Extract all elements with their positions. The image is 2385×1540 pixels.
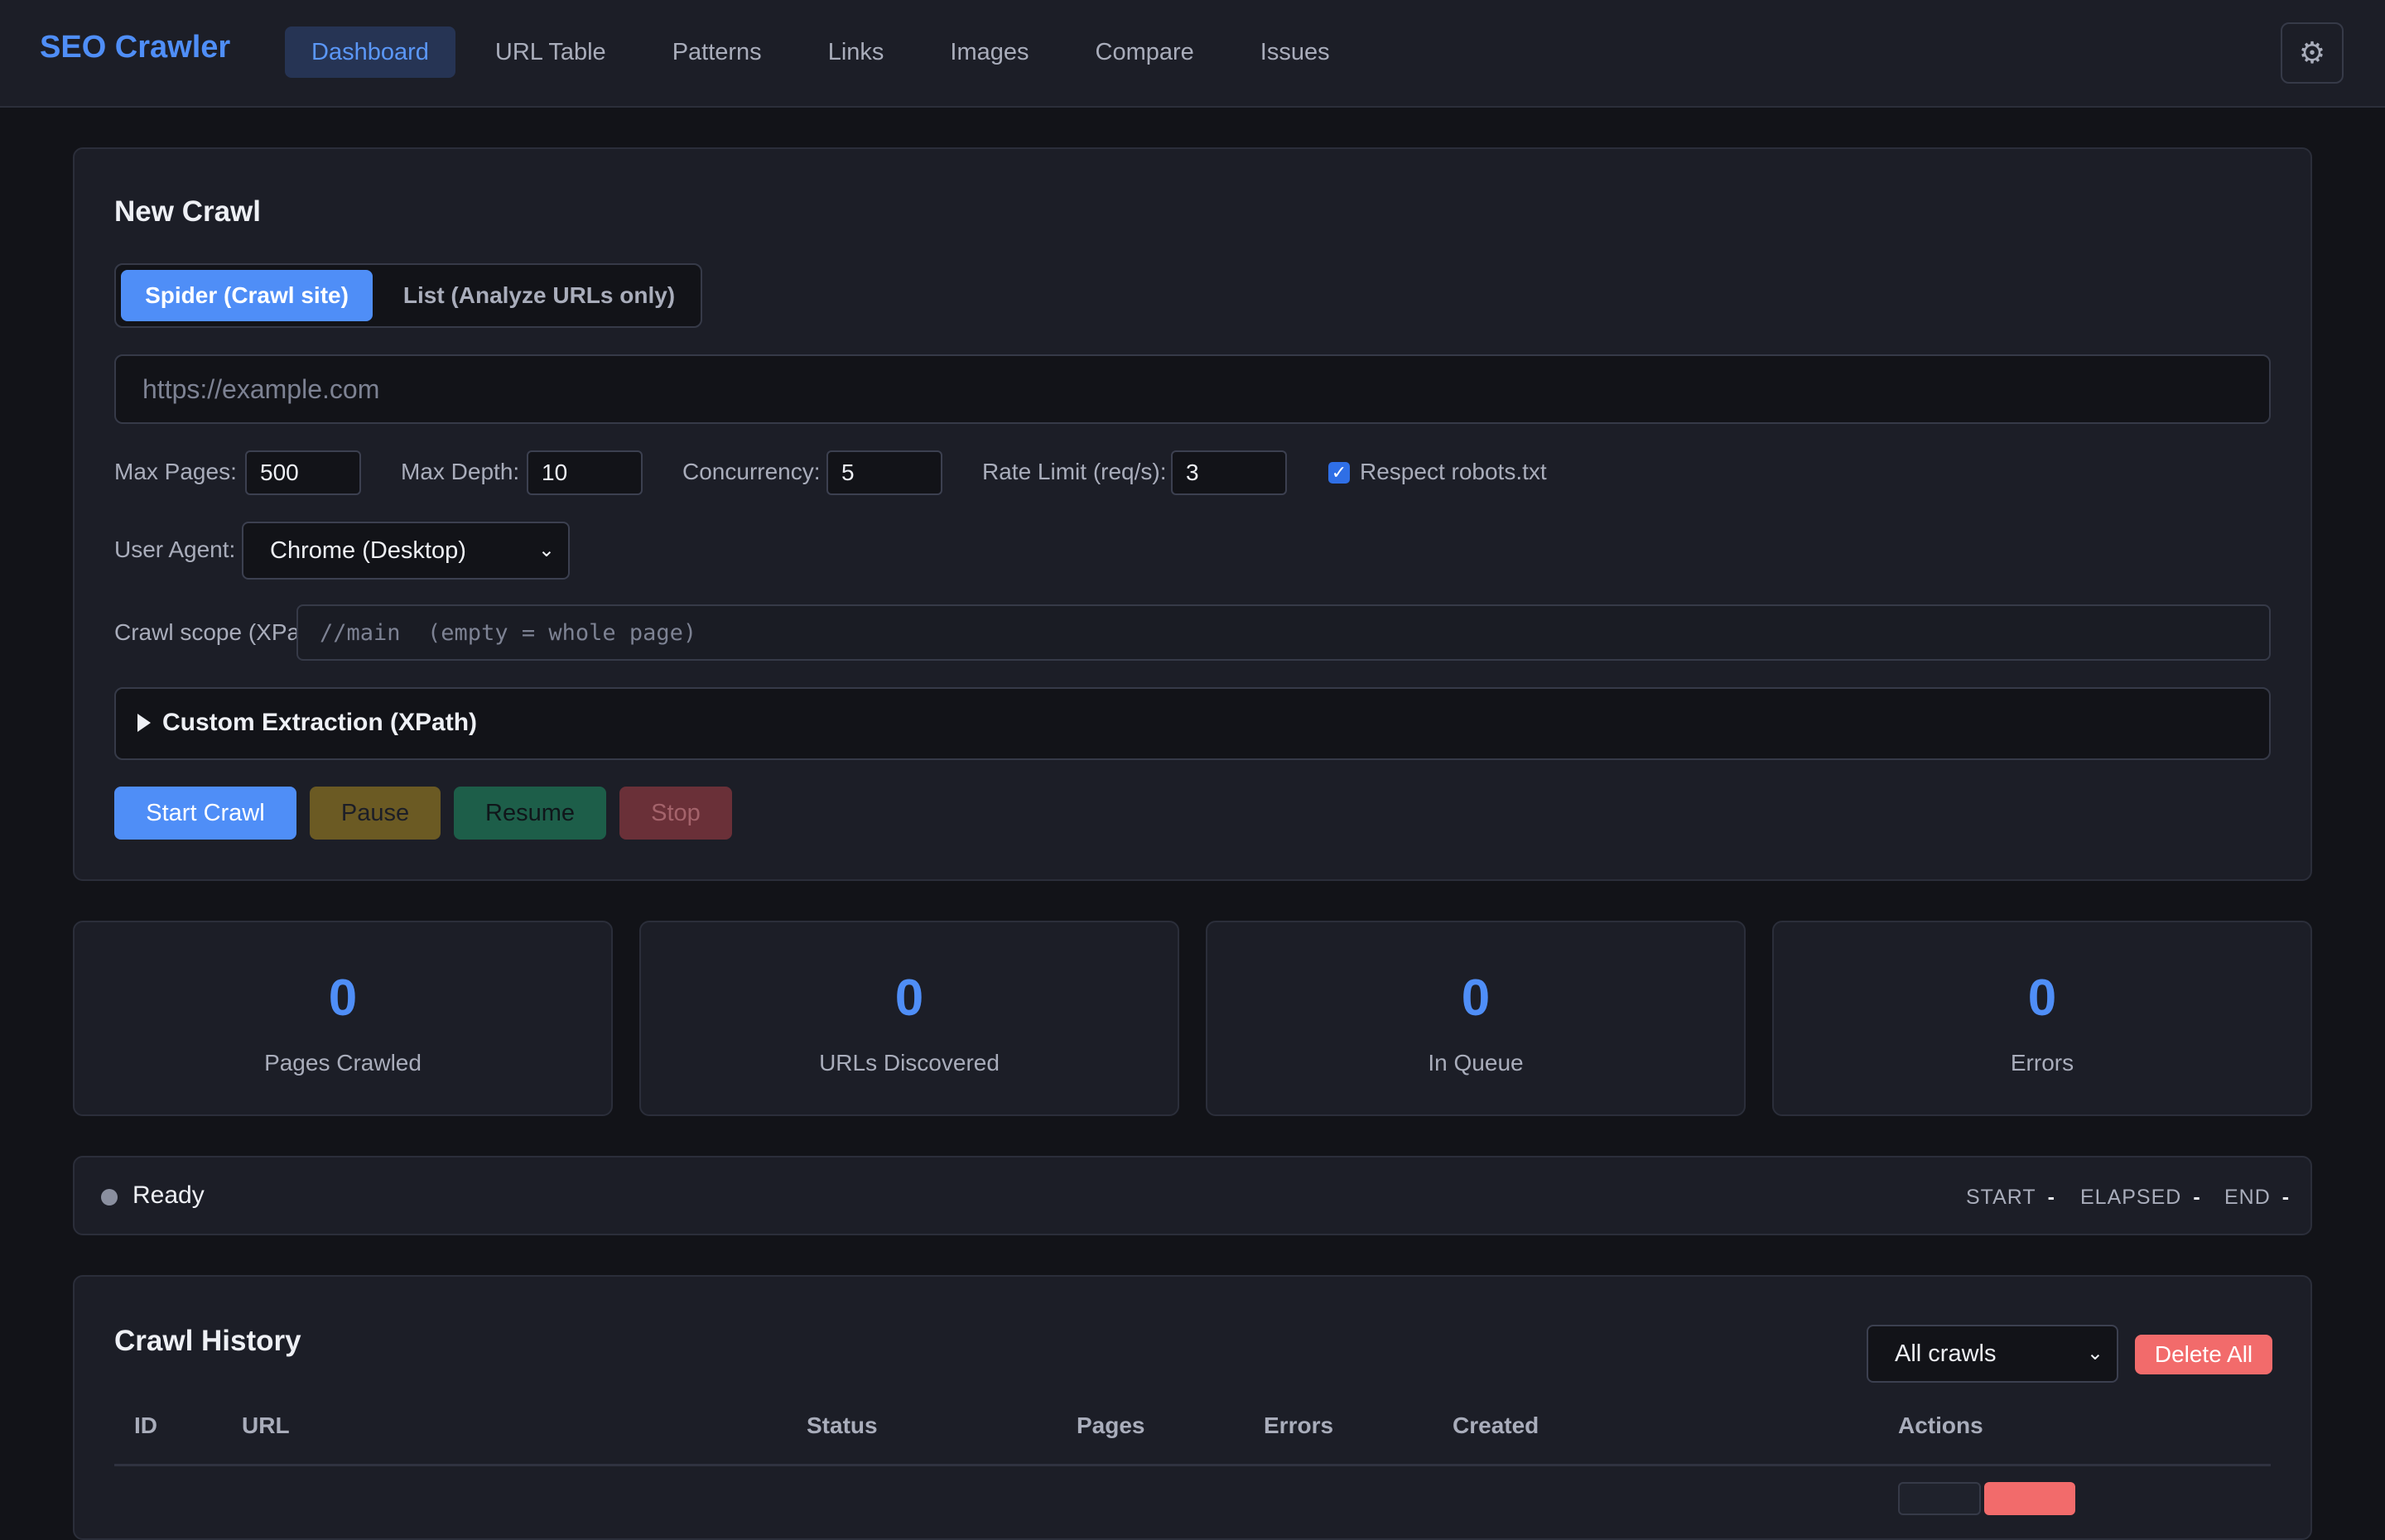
stat-value: 0 — [1461, 970, 1491, 1027]
column-header-created[interactable]: Created — [1453, 1412, 1539, 1439]
max-pages-label: Max Pages: — [114, 459, 237, 484]
respect-robots-checkbox[interactable]: ✓ — [1328, 462, 1350, 484]
table-header-divider — [114, 1464, 2271, 1466]
stat-value: 0 — [2027, 970, 2057, 1027]
user-agent-value: Chrome (Desktop) — [270, 537, 466, 564]
stat-value: 0 — [894, 970, 924, 1027]
column-header-status[interactable]: Status — [807, 1412, 878, 1439]
crawl-history-card: Crawl History All crawls ⌄ Delete All ID… — [73, 1275, 2312, 1540]
elapsed-value: - — [2193, 1186, 2201, 1209]
stat-pages-crawled: 0 Pages Crawled — [73, 921, 613, 1116]
pause-button[interactable]: Pause — [310, 787, 441, 840]
stat-label: Errors — [2010, 1050, 2074, 1076]
user-agent-label: User Agent: — [114, 537, 236, 562]
max-depth-input[interactable] — [527, 450, 643, 495]
stat-urls-discovered: 0 URLs Discovered — [639, 921, 1179, 1116]
brand-logo[interactable]: SEO Crawler — [40, 30, 230, 65]
stat-label: In Queue — [1428, 1050, 1524, 1076]
stat-value: 0 — [328, 970, 358, 1027]
nav-patterns[interactable]: Patterns — [646, 26, 788, 78]
end-label: END — [2224, 1186, 2271, 1209]
column-header-id[interactable]: ID — [134, 1412, 157, 1439]
delete-all-button[interactable]: Delete All — [2135, 1335, 2272, 1374]
respect-robots-label: Respect robots.txt — [1360, 459, 1547, 484]
column-header-errors[interactable]: Errors — [1264, 1412, 1333, 1439]
resume-button[interactable]: Resume — [454, 787, 606, 840]
start-label: START — [1966, 1186, 2036, 1209]
history-filter-value: All crawls — [1895, 1340, 1997, 1367]
concurrency-label: Concurrency: — [682, 459, 821, 484]
row-delete-button[interactable] — [1984, 1482, 2075, 1515]
disclosure-triangle-icon — [137, 714, 151, 732]
settings-button[interactable]: ⚙ — [2281, 22, 2344, 84]
elapsed-time: ELAPSED - — [2080, 1186, 2201, 1210]
start-value: - — [2047, 1186, 2055, 1209]
custom-extraction-toggle[interactable]: Custom Extraction (XPath) — [114, 687, 2271, 760]
crawl-history-title: Crawl History — [114, 1325, 301, 1357]
stat-in-queue: 0 In Queue — [1206, 921, 1746, 1116]
status-text: Ready — [132, 1181, 205, 1209]
column-header-actions: Actions — [1898, 1412, 1983, 1438]
mode-spider-button[interactable]: Spider (Crawl site) — [121, 270, 373, 321]
nav-compare[interactable]: Compare — [1069, 26, 1221, 78]
nav-issues[interactable]: Issues — [1234, 26, 1356, 78]
max-pages-input[interactable] — [245, 450, 361, 495]
chevron-down-icon: ⌄ — [537, 539, 555, 561]
nav-links[interactable]: Links — [802, 26, 911, 78]
crawl-mode-toggle: Spider (Crawl site) List (Analyze URLs o… — [114, 263, 702, 328]
stat-errors: 0 Errors — [1772, 921, 2312, 1116]
nav-dashboard[interactable]: Dashboard — [285, 26, 455, 78]
main-nav: Dashboard URL Table Patterns Links Image… — [285, 26, 1356, 78]
new-crawl-card: New Crawl Spider (Crawl site) List (Anal… — [73, 147, 2312, 881]
new-crawl-title: New Crawl — [114, 195, 261, 228]
max-depth-label: Max Depth: — [401, 459, 520, 484]
history-filter-select[interactable]: All crawls ⌄ — [1867, 1325, 2118, 1383]
custom-extraction-label: Custom Extraction (XPath) — [162, 709, 478, 736]
mode-list-button[interactable]: List (Analyze URLs only) — [379, 270, 699, 321]
chevron-down-icon: ⌄ — [2086, 1342, 2103, 1364]
url-input[interactable] — [114, 354, 2271, 424]
nav-url-table[interactable]: URL Table — [469, 26, 633, 78]
rate-limit-input[interactable] — [1171, 450, 1287, 495]
top-navbar: SEO Crawler Dashboard URL Table Patterns… — [0, 0, 2385, 108]
gear-icon: ⚙ — [2298, 36, 2326, 70]
crawl-scope-input[interactable] — [296, 604, 2271, 661]
stat-label: URLs Discovered — [819, 1050, 1000, 1076]
elapsed-label: ELAPSED — [2080, 1186, 2182, 1209]
row-view-button[interactable] — [1898, 1482, 1981, 1515]
start-crawl-button[interactable]: Start Crawl — [114, 787, 296, 840]
concurrency-input[interactable] — [826, 450, 942, 495]
rate-limit-label: Rate Limit (req/s): — [982, 459, 1167, 484]
crawl-status-bar: Ready START - ELAPSED - END - — [73, 1156, 2312, 1235]
nav-images[interactable]: Images — [923, 26, 1055, 78]
end-value: - — [2281, 1186, 2291, 1209]
column-header-pages[interactable]: Pages — [1077, 1412, 1145, 1439]
stat-label: Pages Crawled — [264, 1050, 422, 1076]
start-time: START - — [1966, 1186, 2055, 1210]
column-header-url[interactable]: URL — [242, 1412, 290, 1439]
status-dot-icon — [101, 1189, 118, 1206]
user-agent-select[interactable]: Chrome (Desktop) ⌄ — [242, 522, 570, 580]
stop-button[interactable]: Stop — [619, 787, 732, 840]
end-time: END - — [2224, 1186, 2290, 1210]
